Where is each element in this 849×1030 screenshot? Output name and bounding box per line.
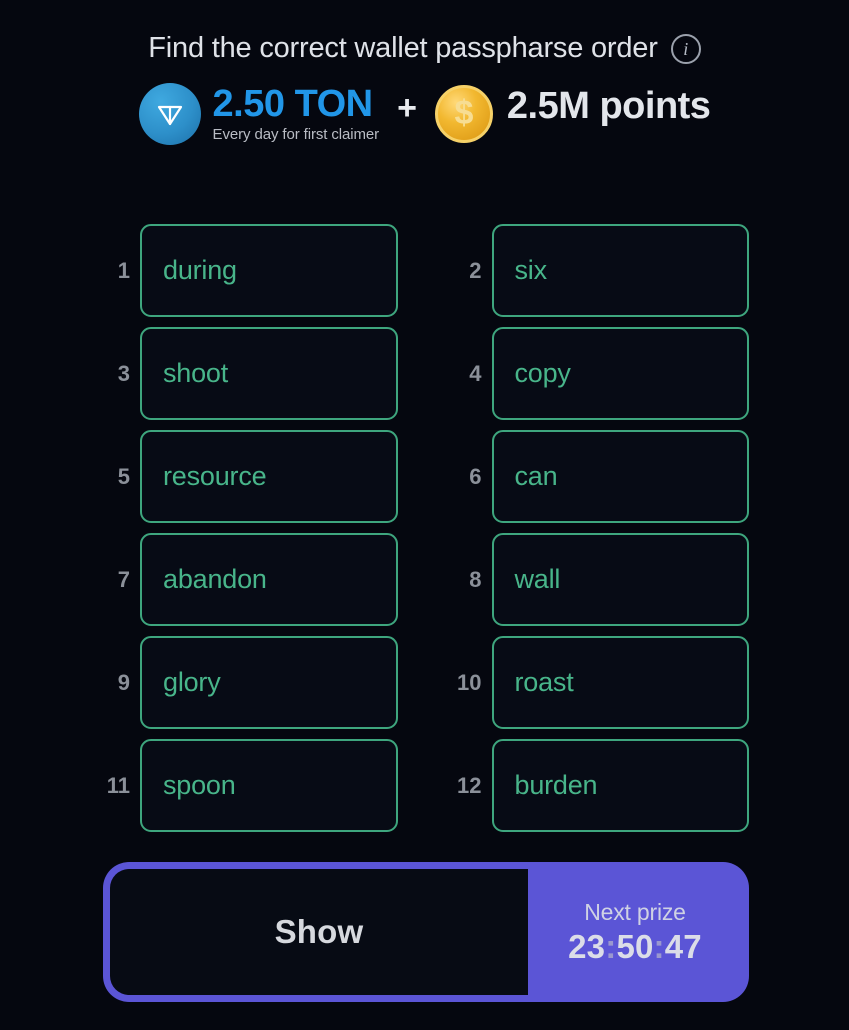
word-box[interactable]: roast: [491, 636, 749, 729]
word-cell[interactable]: 9 glory: [100, 636, 398, 729]
word-index: 11: [106, 772, 130, 798]
dollar-coin-icon: $: [434, 85, 493, 143]
word-cell[interactable]: 10 roast: [452, 636, 749, 729]
ton-logo-icon: [138, 83, 201, 145]
plus-sign: +: [397, 89, 417, 127]
timer-seconds: 47: [664, 927, 702, 965]
ton-prize-block: 2.50 TON Every day for first claimer: [212, 83, 380, 143]
word-text: spoon: [163, 770, 236, 800]
word-cell[interactable]: 2 six: [452, 224, 749, 317]
word-index: 10: [457, 669, 482, 695]
word-text: wall: [514, 564, 561, 594]
word-box[interactable]: during: [140, 224, 398, 317]
word-box[interactable]: resource: [140, 430, 398, 523]
ton-amount: 2.50 TON: [212, 83, 374, 126]
word-cell[interactable]: 4 copy: [452, 327, 749, 420]
word-index: 6: [469, 463, 482, 489]
prize-banner: 2.50 TON Every day for first claimer + $…: [0, 83, 849, 145]
word-box[interactable]: glory: [140, 636, 398, 729]
word-text: can: [514, 461, 558, 491]
show-button-label: Show: [274, 913, 364, 950]
header: Find the correct wallet passpharse order…: [0, 0, 849, 65]
word-text: during: [163, 255, 237, 285]
word-box[interactable]: copy: [491, 327, 749, 420]
timer-separator: :: [605, 927, 617, 965]
timer-minutes: 50: [616, 927, 654, 965]
word-text: abandon: [163, 564, 267, 594]
word-box[interactable]: can: [491, 430, 749, 523]
word-index: 5: [117, 463, 130, 489]
word-text: burden: [514, 770, 598, 800]
word-index: 1: [117, 257, 130, 283]
word-box[interactable]: wall: [491, 533, 749, 626]
word-cell[interactable]: 1 during: [100, 224, 398, 317]
word-cell[interactable]: 6 can: [452, 430, 749, 523]
word-text: copy: [514, 358, 571, 388]
word-index: 8: [469, 566, 482, 592]
action-bar: Show Next prize 23:50:47: [103, 862, 749, 1002]
word-box[interactable]: shoot: [140, 327, 398, 420]
word-index: 12: [457, 772, 482, 798]
word-index: 3: [117, 360, 130, 386]
timer-separator: :: [653, 927, 665, 965]
info-icon-glyph: i: [683, 38, 689, 59]
passphrase-word-grid: 1 during 2 six 3 shoot 4 copy 5 resource…: [0, 224, 849, 832]
timer-hours: 23: [568, 927, 606, 965]
word-text: six: [514, 255, 548, 285]
word-text: glory: [163, 667, 221, 697]
word-text: shoot: [163, 358, 229, 388]
word-cell[interactable]: 8 wall: [452, 533, 749, 626]
page-title: Find the correct wallet passpharse order: [148, 32, 658, 64]
info-icon[interactable]: i: [670, 33, 701, 64]
word-box[interactable]: spoon: [140, 739, 398, 832]
next-prize-timer: 23:50:47: [568, 928, 702, 966]
word-cell[interactable]: 7 abandon: [100, 533, 398, 626]
word-box[interactable]: abandon: [140, 533, 398, 626]
word-cell[interactable]: 12 burden: [452, 739, 749, 832]
word-cell[interactable]: 3 shoot: [100, 327, 398, 420]
next-prize-caption: Next prize: [584, 898, 686, 925]
word-index: 4: [469, 360, 482, 386]
word-cell[interactable]: 11 spoon: [100, 739, 398, 832]
passphrase-order-screen: Find the correct wallet passpharse order…: [0, 0, 849, 1030]
word-cell[interactable]: 5 resource: [100, 430, 398, 523]
ton-subtext: Every day for first claimer: [212, 125, 380, 143]
show-button[interactable]: Show: [110, 869, 528, 995]
points-amount: 2.5M points: [506, 85, 711, 127]
word-box[interactable]: burden: [491, 739, 749, 832]
word-index: 2: [469, 257, 482, 283]
next-prize-panel[interactable]: Next prize 23:50:47: [528, 869, 742, 995]
word-index: 9: [117, 669, 130, 695]
word-text: roast: [514, 667, 574, 697]
word-text: resource: [163, 461, 267, 491]
dollar-coin-glyph: $: [454, 94, 474, 132]
word-box[interactable]: six: [491, 224, 749, 317]
word-index: 7: [117, 566, 130, 592]
